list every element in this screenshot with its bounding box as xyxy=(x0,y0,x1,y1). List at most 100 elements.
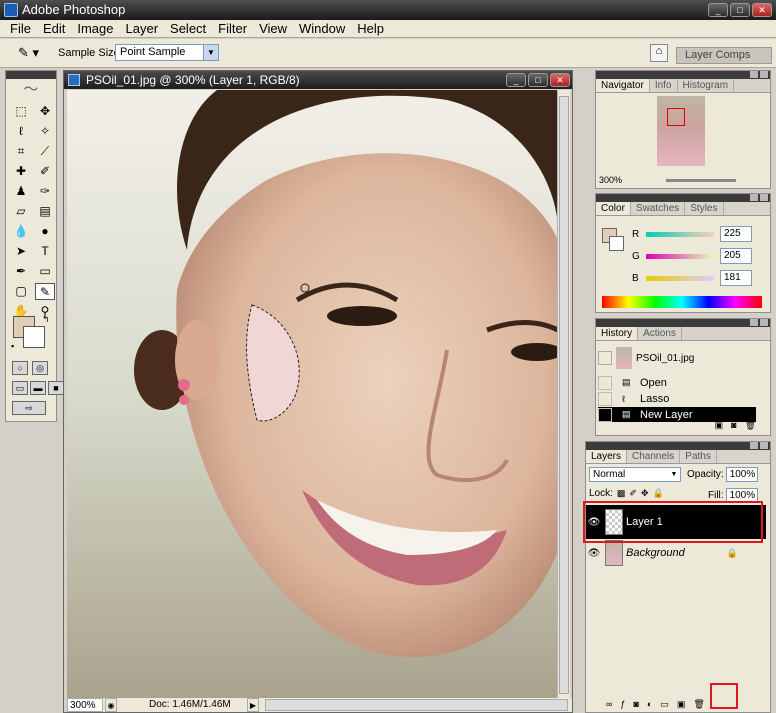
menu-image[interactable]: Image xyxy=(71,21,119,36)
layer-mask-icon[interactable]: ◙ xyxy=(633,699,638,710)
status-info-icon[interactable]: ◉ xyxy=(105,698,117,712)
tab-history[interactable]: History xyxy=(596,327,639,340)
tab-info[interactable]: Info xyxy=(650,79,678,92)
menu-help[interactable]: Help xyxy=(351,21,390,36)
menu-edit[interactable]: Edit xyxy=(37,21,71,36)
crop-tool-icon[interactable]: ⌗ xyxy=(11,143,31,160)
navigator-zoom-field[interactable]: 300% xyxy=(599,175,622,185)
standard-mode-icon[interactable]: ○ xyxy=(12,361,28,375)
tab-layers[interactable]: Layers xyxy=(586,450,628,463)
history-item[interactable]: ℓ Lasso xyxy=(598,391,756,406)
move-tool-icon[interactable]: ✥ xyxy=(35,103,55,120)
new-document-from-state-icon[interactable]: ▣ xyxy=(715,420,724,431)
horizontal-scrollbar[interactable] xyxy=(265,699,568,711)
tab-navigator[interactable]: Navigator xyxy=(596,79,650,92)
maximize-button[interactable]: □ xyxy=(730,3,750,17)
color-background-swatch[interactable] xyxy=(609,236,624,251)
magic-wand-tool-icon[interactable]: ✧ xyxy=(35,123,55,140)
navigator-thumbnail[interactable] xyxy=(657,96,705,166)
screen-mode-full-icon[interactable]: ■ xyxy=(48,381,64,395)
eyedropper-tool-preset-icon[interactable]: ✎ ▾ xyxy=(18,45,44,61)
navigator-view-box[interactable] xyxy=(667,108,685,126)
file-browser-icon[interactable]: ⌂ xyxy=(650,44,668,62)
lock-transparency-icon[interactable]: ▩ xyxy=(617,488,626,499)
tab-color[interactable]: Color xyxy=(596,202,631,215)
clone-stamp-tool-icon[interactable]: ♟ xyxy=(11,183,31,200)
tab-styles[interactable]: Styles xyxy=(685,202,724,215)
eye-icon[interactable]: 👁 xyxy=(586,548,602,559)
panel-header[interactable] xyxy=(596,71,770,79)
menu-filter[interactable]: Filter xyxy=(212,21,253,36)
marquee-tool-icon[interactable]: ⬚ xyxy=(11,103,31,120)
swap-colors-icon[interactable]: ↰ xyxy=(42,314,50,325)
shape-tool-icon[interactable]: ▭ xyxy=(35,263,55,280)
panel-header[interactable] xyxy=(596,194,770,202)
panel-header[interactable] xyxy=(596,319,770,327)
screen-mode-standard-icon[interactable]: ▭ xyxy=(12,381,28,395)
healing-brush-tool-icon[interactable]: ✚ xyxy=(11,163,31,180)
eyedropper-tool-icon[interactable]: ✎ xyxy=(35,283,55,300)
menu-layer[interactable]: Layer xyxy=(120,21,165,36)
adjustment-layer-icon[interactable]: ◐ xyxy=(647,699,652,710)
doc-close-button[interactable]: ✕ xyxy=(550,73,570,87)
blur-tool-icon[interactable]: 💧 xyxy=(11,223,31,240)
minimize-button[interactable]: _ xyxy=(708,3,728,17)
screen-mode-full-menu-icon[interactable]: ▬ xyxy=(30,381,46,395)
background-color-swatch[interactable] xyxy=(23,326,45,348)
red-slider[interactable] xyxy=(646,231,714,237)
delete-state-icon[interactable]: 🗑 xyxy=(745,420,756,431)
menu-select[interactable]: Select xyxy=(164,21,212,36)
new-group-icon[interactable]: ▭ xyxy=(660,699,669,710)
opacity-field[interactable]: 100% xyxy=(725,467,758,482)
new-snapshot-icon[interactable]: ◙ xyxy=(731,420,736,431)
zoom-level-field[interactable]: 300% xyxy=(67,698,103,712)
path-selection-tool-icon[interactable]: ➤ xyxy=(11,243,31,260)
color-spectrum-bar[interactable] xyxy=(602,296,762,308)
brush-tool-icon[interactable]: ✐ xyxy=(35,163,55,180)
sample-size-select[interactable]: Point Sample ▼ xyxy=(115,44,219,61)
lock-image-icon[interactable]: ✐ xyxy=(629,488,637,499)
close-button[interactable]: ✕ xyxy=(752,3,772,17)
tab-paths[interactable]: Paths xyxy=(680,450,717,463)
tab-channels[interactable]: Channels xyxy=(627,450,681,463)
pen-tool-icon[interactable]: ✒ xyxy=(11,263,31,280)
vertical-scroll-thumb[interactable] xyxy=(559,96,569,694)
dodge-tool-icon[interactable]: ● xyxy=(35,223,55,240)
blue-value-field[interactable]: 181 xyxy=(720,270,752,286)
status-menu-arrow-icon[interactable]: ▶ xyxy=(247,698,259,712)
type-tool-icon[interactable]: T xyxy=(35,243,55,260)
quick-mask-mode-icon[interactable]: ◎ xyxy=(32,361,48,375)
blue-slider[interactable] xyxy=(646,275,714,281)
history-snapshot[interactable]: PSOil_01.jpg xyxy=(598,345,768,371)
tab-histogram[interactable]: Histogram xyxy=(678,79,735,92)
notes-tool-icon[interactable]: ▢ xyxy=(11,283,31,300)
link-layers-icon[interactable]: ∞ xyxy=(606,699,612,710)
vertical-scrollbar[interactable] xyxy=(557,90,570,698)
layer-style-icon[interactable]: ƒ xyxy=(620,699,625,710)
doc-maximize-button[interactable]: □ xyxy=(528,73,548,87)
lock-position-icon[interactable]: ✥ xyxy=(641,488,649,499)
new-layer-icon[interactable]: ▣ xyxy=(677,699,686,710)
blend-mode-select[interactable]: Normal ▼ xyxy=(589,467,681,482)
green-slider[interactable] xyxy=(646,253,714,259)
delete-layer-icon[interactable]: 🗑 xyxy=(693,699,704,710)
tab-swatches[interactable]: Swatches xyxy=(631,202,686,215)
layer-comps-tab[interactable]: Layer Comps xyxy=(676,47,772,64)
menu-view[interactable]: View xyxy=(253,21,293,36)
history-brush-tool-icon[interactable]: ✑ xyxy=(35,183,55,200)
doc-minimize-button[interactable]: _ xyxy=(506,73,526,87)
toolbox-header[interactable] xyxy=(6,71,56,79)
menu-window[interactable]: Window xyxy=(293,21,351,36)
history-item[interactable]: ▤ Open xyxy=(598,375,756,390)
green-value-field[interactable]: 205 xyxy=(720,248,752,264)
lasso-tool-icon[interactable]: ℓ xyxy=(11,123,31,140)
menu-file[interactable]: File xyxy=(4,21,37,36)
red-value-field[interactable]: 225 xyxy=(720,226,752,242)
eraser-tool-icon[interactable]: ▱ xyxy=(11,203,31,220)
document-titlebar[interactable]: PSOil_01.jpg @ 300% (Layer 1, RGB/8) _ □… xyxy=(64,71,572,89)
slice-tool-icon[interactable]: ⟋ xyxy=(35,143,55,160)
image-canvas[interactable] xyxy=(67,90,558,698)
jump-to-imageready-icon[interactable]: ⇨ xyxy=(12,401,46,415)
lock-all-icon[interactable]: 🔒 xyxy=(653,488,664,499)
history-brush-source-icon[interactable] xyxy=(598,351,612,365)
